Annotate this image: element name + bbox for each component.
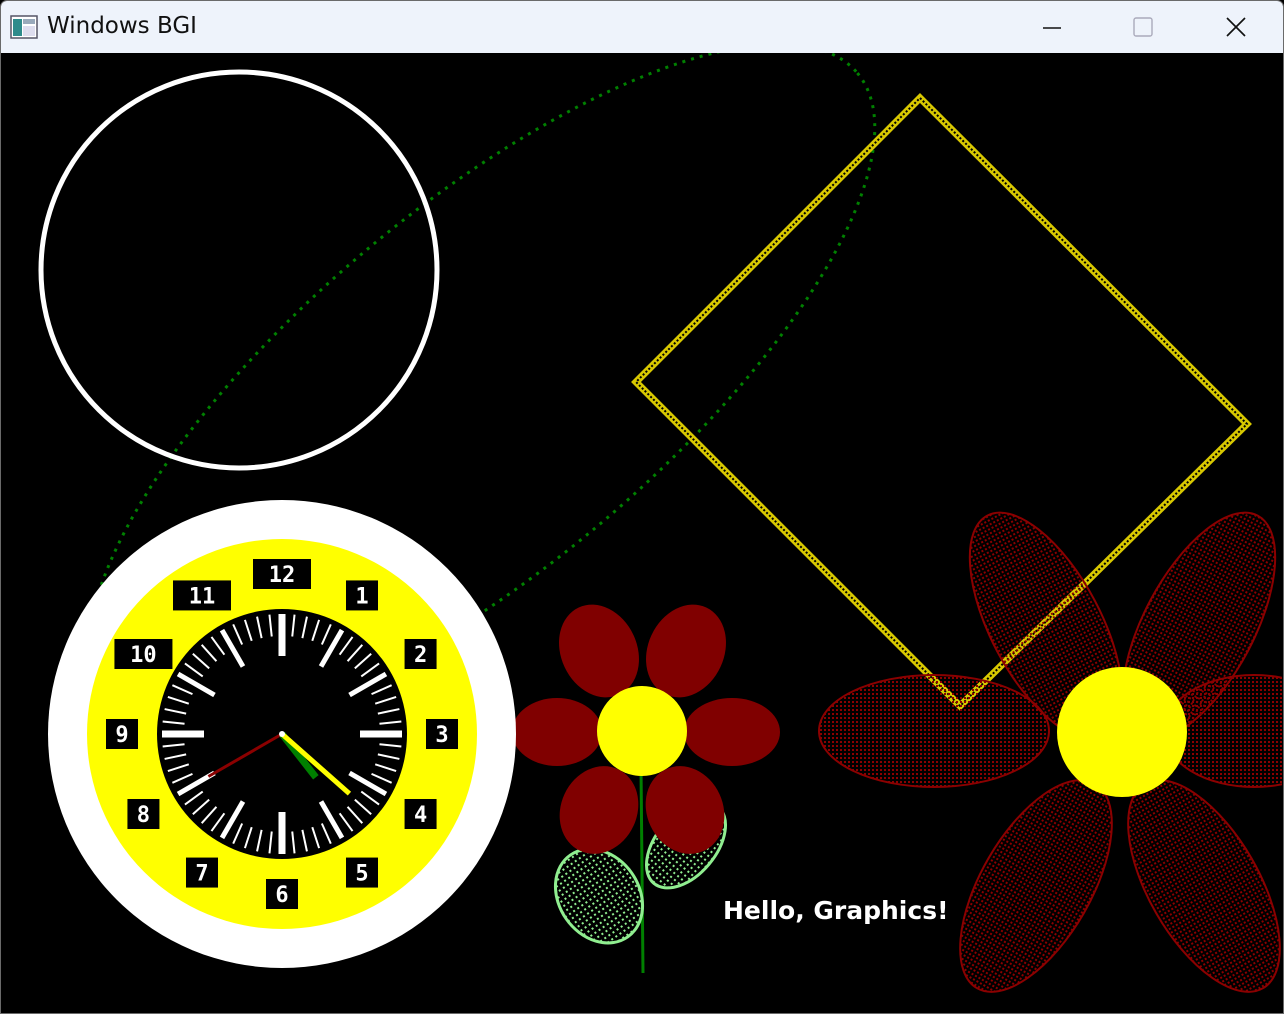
minimize-icon bbox=[1043, 27, 1061, 29]
large-flower-center bbox=[1057, 667, 1187, 797]
svg-text:3: 3 bbox=[435, 723, 448, 748]
svg-text:5: 5 bbox=[355, 862, 368, 887]
maximize-button[interactable] bbox=[1097, 1, 1189, 53]
small-flower-center bbox=[597, 686, 687, 776]
svg-text:2: 2 bbox=[414, 643, 427, 668]
analog-clock: 121234567891011 bbox=[48, 500, 516, 968]
clock-pivot bbox=[279, 731, 285, 737]
svg-text:10: 10 bbox=[130, 643, 157, 668]
clock-numeral: 5 bbox=[346, 857, 378, 888]
close-icon bbox=[1226, 17, 1246, 37]
svg-text:12: 12 bbox=[269, 563, 296, 588]
svg-text:1: 1 bbox=[355, 584, 368, 609]
svg-text:9: 9 bbox=[115, 723, 128, 748]
white-circle bbox=[38, 69, 440, 471]
clock-numeral: 11 bbox=[173, 580, 231, 611]
clock-numeral: 3 bbox=[426, 719, 458, 749]
graphics-canvas[interactable]: 121234567891011 Hello, Graphics! bbox=[4, 53, 1282, 1014]
close-button[interactable] bbox=[1190, 1, 1282, 53]
maximize-icon bbox=[1133, 17, 1153, 37]
clock-numeral: 6 bbox=[266, 879, 298, 909]
minimize-button[interactable] bbox=[1006, 1, 1098, 53]
clock-numeral: 10 bbox=[114, 639, 173, 669]
large-flower bbox=[818, 511, 1282, 993]
stem bbox=[639, 767, 645, 974]
clock-numeral: 8 bbox=[127, 799, 160, 829]
hello-text: Hello, Graphics! bbox=[723, 896, 948, 925]
svg-text:11: 11 bbox=[189, 584, 216, 609]
clock-numeral: 9 bbox=[106, 719, 138, 749]
svg-text:6: 6 bbox=[275, 883, 288, 908]
clock-numeral: 12 bbox=[253, 559, 311, 589]
app-window: Windows BGI 12 1 2 3 4 5 6 7 8 9 10 11 H… bbox=[0, 0, 1284, 1014]
clock-numeral: 2 bbox=[404, 639, 437, 669]
clock-numeral: 1 bbox=[346, 580, 378, 611]
clock-numeral: 7 bbox=[186, 857, 218, 888]
app-icon bbox=[10, 15, 38, 39]
window-title: Windows BGI bbox=[47, 13, 197, 39]
svg-text:8: 8 bbox=[137, 803, 150, 828]
svg-text:4: 4 bbox=[414, 803, 427, 828]
title-bar[interactable]: Windows BGI bbox=[1, 1, 1283, 53]
clock-numeral: 4 bbox=[404, 799, 437, 829]
svg-text:7: 7 bbox=[195, 862, 208, 887]
